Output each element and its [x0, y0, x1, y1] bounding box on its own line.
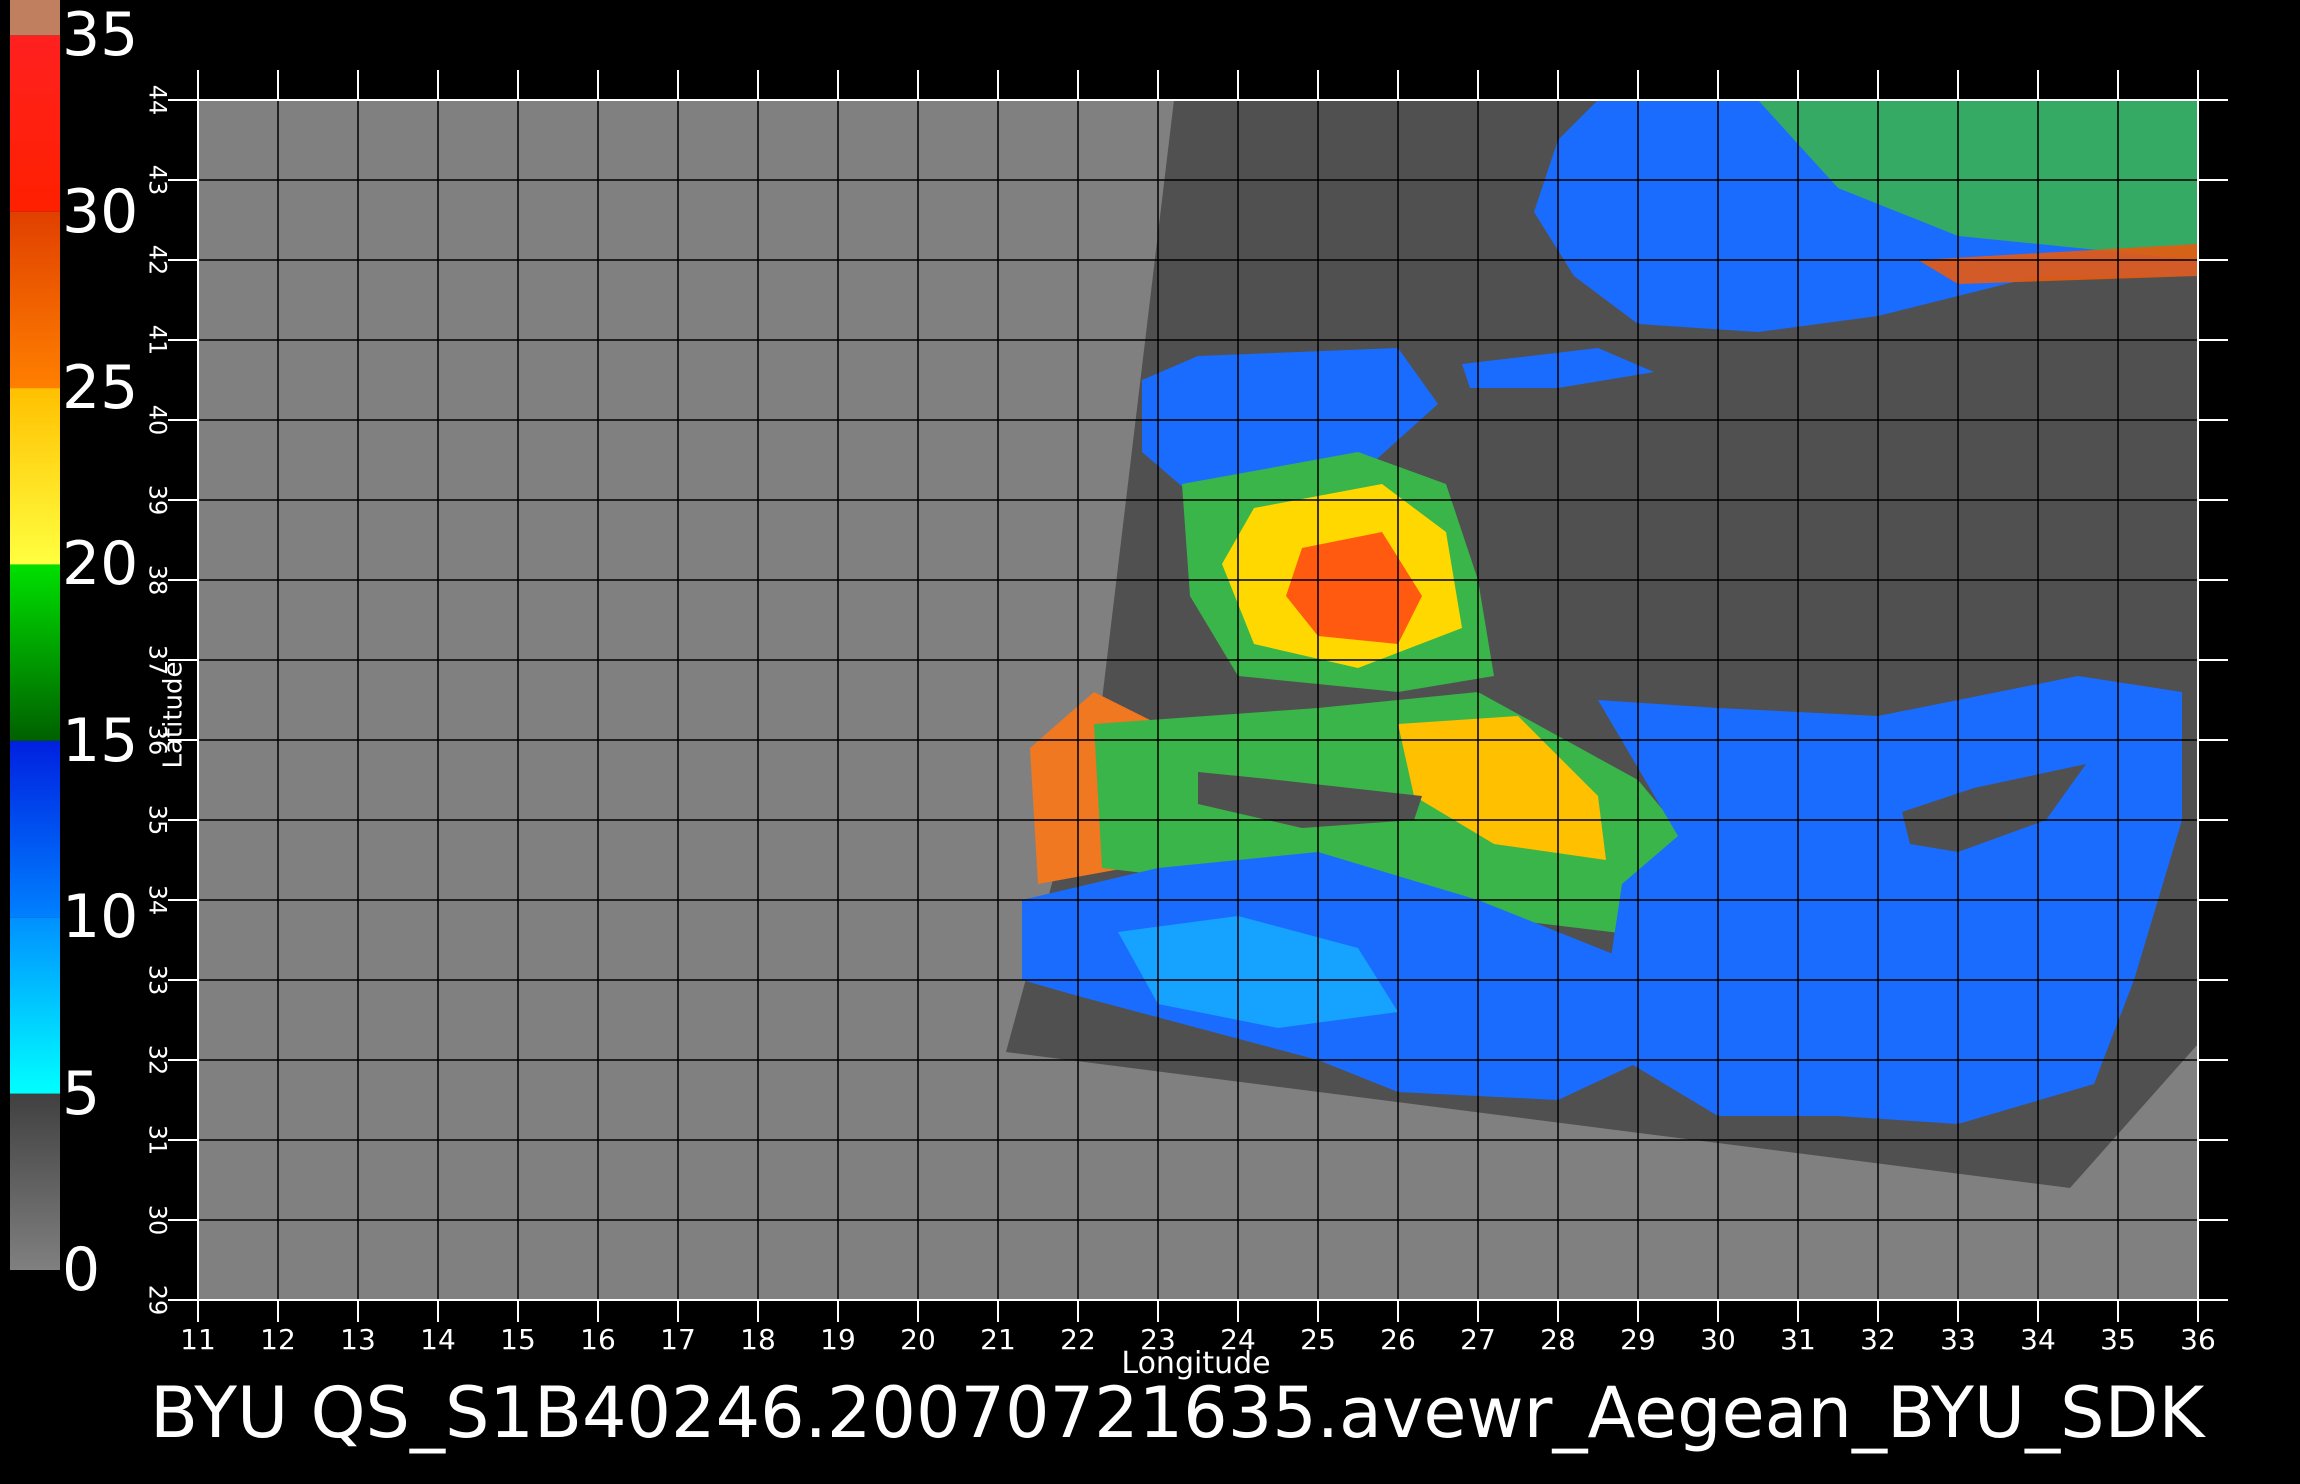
- longitude-tick-label: 36: [2180, 1323, 2216, 1356]
- longitude-tick-label: 16: [580, 1323, 616, 1356]
- color-scale-band: [10, 388, 60, 565]
- latitude-tick-label: 35: [143, 804, 172, 836]
- longitude-tick-label: 15: [500, 1323, 536, 1356]
- longitude-tick-label: 27: [1460, 1323, 1496, 1356]
- y-axis-label: Latitude: [158, 661, 189, 769]
- longitude-tick-label: 25: [1300, 1323, 1336, 1356]
- latitude-tick-label: 42: [143, 244, 172, 276]
- longitude-tick-label: 20: [900, 1323, 936, 1356]
- longitude-tick-label: 34: [2020, 1323, 2056, 1356]
- longitude-tick-label: 26: [1380, 1323, 1416, 1356]
- longitude-tick-label: 11: [180, 1323, 216, 1356]
- color-scale-band: [10, 211, 60, 389]
- latitude-tick-label: 34: [143, 884, 172, 916]
- image-caption: BYU QS_S1B40246.20070721635.avewr_Aegean…: [150, 1372, 2205, 1454]
- latitude-tick-label: 30: [143, 1204, 172, 1236]
- color-scale-bar: [10, 0, 60, 1270]
- longitude-tick-label: 31: [1780, 1323, 1816, 1356]
- color-scale-label: 10: [62, 882, 139, 953]
- color-scale-label: 0: [62, 1235, 101, 1305]
- color-scale-label: 5: [62, 1058, 101, 1129]
- color-scale-label: 30: [62, 176, 139, 247]
- latitude-tick-label: 40: [143, 404, 172, 436]
- longitude-tick-label: 22: [1060, 1323, 1096, 1356]
- color-scale-band: [10, 740, 60, 918]
- latitude-tick-label: 39: [143, 484, 172, 516]
- plot-area: [168, 70, 2228, 1322]
- longitude-tick-label: 30: [1700, 1323, 1736, 1356]
- latitude-tick-label: 29: [143, 1284, 172, 1316]
- longitude-tick-label: 35: [2100, 1323, 2136, 1356]
- longitude-tick-label: 28: [1540, 1323, 1576, 1356]
- latitude-tick-label: 32: [143, 1044, 172, 1076]
- longitude-tick-label: 33: [1940, 1323, 1976, 1356]
- longitude-tick-label: 21: [980, 1323, 1016, 1356]
- color-scale-label: 35: [62, 0, 139, 71]
- latitude-tick-label: 41: [143, 324, 172, 356]
- latitude-tick-label: 43: [143, 164, 172, 196]
- map-figure: 35 30 25 20 15 10 5 0 11 12 13 14 15 16 17 18 19 20 21 22 2…: [0, 0, 2300, 1480]
- color-scale-band: [10, 917, 60, 1094]
- color-scale-label: 15: [62, 705, 139, 776]
- latitude-tick-label: 38: [143, 564, 172, 596]
- longitude-tick-label: 12: [260, 1323, 296, 1356]
- color-scale-band: [10, 0, 60, 36]
- color-scale-band: [10, 1093, 60, 1270]
- color-scale-band: [10, 564, 60, 741]
- longitude-tick-label: 19: [820, 1323, 856, 1356]
- longitude-tick-label: 17: [660, 1323, 696, 1356]
- latitude-tick-label: 44: [143, 84, 172, 116]
- latitude-tick-label: 31: [143, 1124, 172, 1156]
- color-scale-label: 20: [62, 529, 139, 600]
- color-scale-band: [10, 35, 60, 212]
- color-scale-label: 25: [62, 353, 139, 424]
- longitude-tick-label: 14: [420, 1323, 456, 1356]
- longitude-tick-label: 32: [1860, 1323, 1896, 1356]
- longitude-tick-label: 13: [340, 1323, 376, 1356]
- longitude-tick-label: 29: [1620, 1323, 1656, 1356]
- wind-speed-map: [10, 0, 2228, 1322]
- longitude-tick-label: 18: [740, 1323, 776, 1356]
- latitude-tick-label: 33: [143, 964, 172, 996]
